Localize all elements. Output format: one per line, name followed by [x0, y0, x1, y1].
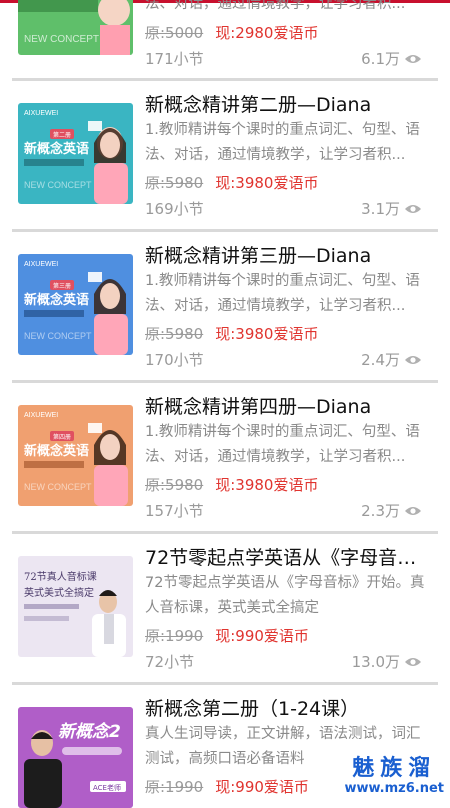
course-desc: 1.教师精讲每个课时的重点词汇、句型、语法、对话，通过情境教学，让学习者积... [145, 424, 420, 465]
course-card[interactable]: AIXUEWEI 第二册 新概念英语 NEW CONCEPT 新概念精讲第二册—… [0, 81, 450, 229]
course-thumbnail: 72节真人音标课 英式美式全搞定 [18, 556, 133, 657]
price-row: 原:5980 现:3980爱语币 [145, 173, 318, 193]
thumb-label-text: 新概念2 [58, 722, 121, 742]
view-count: 2.4万 [361, 350, 422, 370]
current-price: 现:990爱语币 [215, 627, 309, 645]
lesson-count: 157小节 [145, 502, 204, 520]
thumb-sub-text: NEW CONCEPT [24, 180, 92, 190]
eye-icon [405, 356, 421, 364]
course-title[interactable]: 新概念精讲第三册—Diana [145, 244, 430, 268]
current-price: 现:3980爱语币 [215, 174, 319, 192]
view-count-value: 2.3万 [361, 502, 400, 520]
thumb-brand-text: AIXUEWEI [24, 110, 58, 117]
price-row: 原:5000 现:2980爱语币 [145, 23, 318, 43]
course-thumbnail: AIXUEWEI 第三册 新概念英语 NEW CONCEPT [18, 254, 133, 355]
view-count: 13.0万 [352, 652, 422, 672]
course-card[interactable]: AIXUEWEI 第三册 新概念英语 NEW CONCEPT 新概念精讲第三册—… [0, 232, 450, 380]
thumb-label-text: 72节真人音标课 [24, 570, 97, 583]
view-count-value: 2.4万 [361, 351, 400, 369]
original-price: 原:5000 [145, 24, 204, 42]
view-count-value: 3.1万 [361, 200, 400, 218]
eye-icon [405, 507, 421, 515]
view-count-value: 13.0万 [351, 653, 400, 671]
eye-icon [405, 658, 421, 666]
thumb-label2-text: 英式美式全搞定 [24, 586, 94, 599]
course-title[interactable]: 72节零起点学英语从《字母音标》开始 [145, 546, 430, 570]
thumb-label-text: 新概念英语 [24, 443, 89, 459]
course-desc: 1.教师精讲每个课时的重点词汇、句型、语法、对话，通过情境教学，让学习者积... [145, 273, 420, 314]
current-price: 现:2980爱语币 [215, 24, 319, 42]
course-card[interactable]: NEW CONCEPT 法、对话，通过情境教学，让学习者积... 原:5000 现… [0, 0, 450, 80]
original-price: 原:1990 [145, 627, 204, 645]
lesson-count: 169小节 [145, 200, 204, 218]
price-row: 原:1990 现:990爱语币 [145, 777, 309, 797]
lesson-count: 72小节 [145, 653, 195, 671]
course-thumbnail: AIXUEWEI 第四册 新概念英语 NEW CONCEPT [18, 405, 133, 506]
thumb-sub-text: NEW CONCEPT [24, 331, 92, 341]
original-price: 原:5980 [145, 325, 204, 343]
course-title[interactable]: 新概念精讲第二册—Diana [145, 93, 430, 117]
current-price: 现:3980爱语币 [215, 476, 319, 494]
current-price: 现:990爱语币 [215, 778, 309, 796]
thumb-tag-text: 第二册 [53, 131, 71, 139]
thumb-sub-text: NEW CONCEPT [24, 34, 99, 45]
watermark-url: www.mz6.net [344, 781, 444, 796]
view-count: 2.3万 [361, 501, 422, 521]
price-row: 原:5980 现:3980爱语币 [145, 324, 318, 344]
view-count: 3.1万 [361, 199, 422, 219]
price-row: 原:1990 现:990爱语币 [145, 626, 309, 646]
thumb-sub-text: NEW CONCEPT [24, 482, 92, 492]
course-thumbnail: AIXUEWEI 第二册 新概念英语 NEW CONCEPT [18, 103, 133, 204]
course-desc: 法、对话，通过情境教学，让学习者积... [145, 0, 406, 12]
price-row: 原:5980 现:3980爱语币 [145, 475, 318, 495]
thumb-brand-text: AIXUEWEI [24, 261, 58, 268]
watermark-title: 魅族溜 [352, 756, 437, 781]
original-price: 原:1990 [145, 778, 204, 796]
thumb-tag-text: 第三册 [53, 282, 71, 290]
watermark: 魅族溜 www.mz6.net [344, 756, 444, 797]
eye-icon [405, 55, 421, 63]
course-thumbnail: 新概念2 ACE老师 [18, 707, 133, 808]
course-desc: 72节零起点学英语从《字母音标》开始。真人音标课，英式美式全搞定 [145, 575, 425, 616]
course-card[interactable]: AIXUEWEI 第四册 新概念英语 NEW CONCEPT 新概念精讲第四册—… [0, 383, 450, 531]
thumb-brand-text: AIXUEWEI [24, 412, 58, 419]
original-price: 原:5980 [145, 476, 204, 494]
current-price: 现:3980爱语币 [215, 325, 319, 343]
original-price: 原:5980 [145, 174, 204, 192]
course-title[interactable]: 新概念第二册（1-24课） [145, 697, 430, 721]
lesson-count: 170小节 [145, 351, 204, 369]
thumb-label-text: 新概念英语 [24, 141, 89, 157]
eye-icon [405, 205, 421, 213]
lesson-count: 171小节 [145, 50, 204, 68]
thumb-tag-text: ACE老师 [93, 783, 121, 792]
course-thumbnail: NEW CONCEPT [18, 0, 133, 55]
thumb-label-text: 新概念英语 [24, 292, 89, 308]
view-count-value: 6.1万 [361, 50, 400, 68]
course-card[interactable]: 72节真人音标课 英式美式全搞定 72节零起点学英语从《字母音标》开始 72节零… [0, 534, 450, 682]
view-count: 6.1万 [361, 49, 422, 69]
course-title[interactable]: 新概念精讲第四册—Diana [145, 395, 430, 419]
thumb-tag-text: 第四册 [53, 433, 71, 441]
course-desc: 1.教师精讲每个课时的重点词汇、句型、语法、对话，通过情境教学，让学习者积... [145, 122, 420, 163]
